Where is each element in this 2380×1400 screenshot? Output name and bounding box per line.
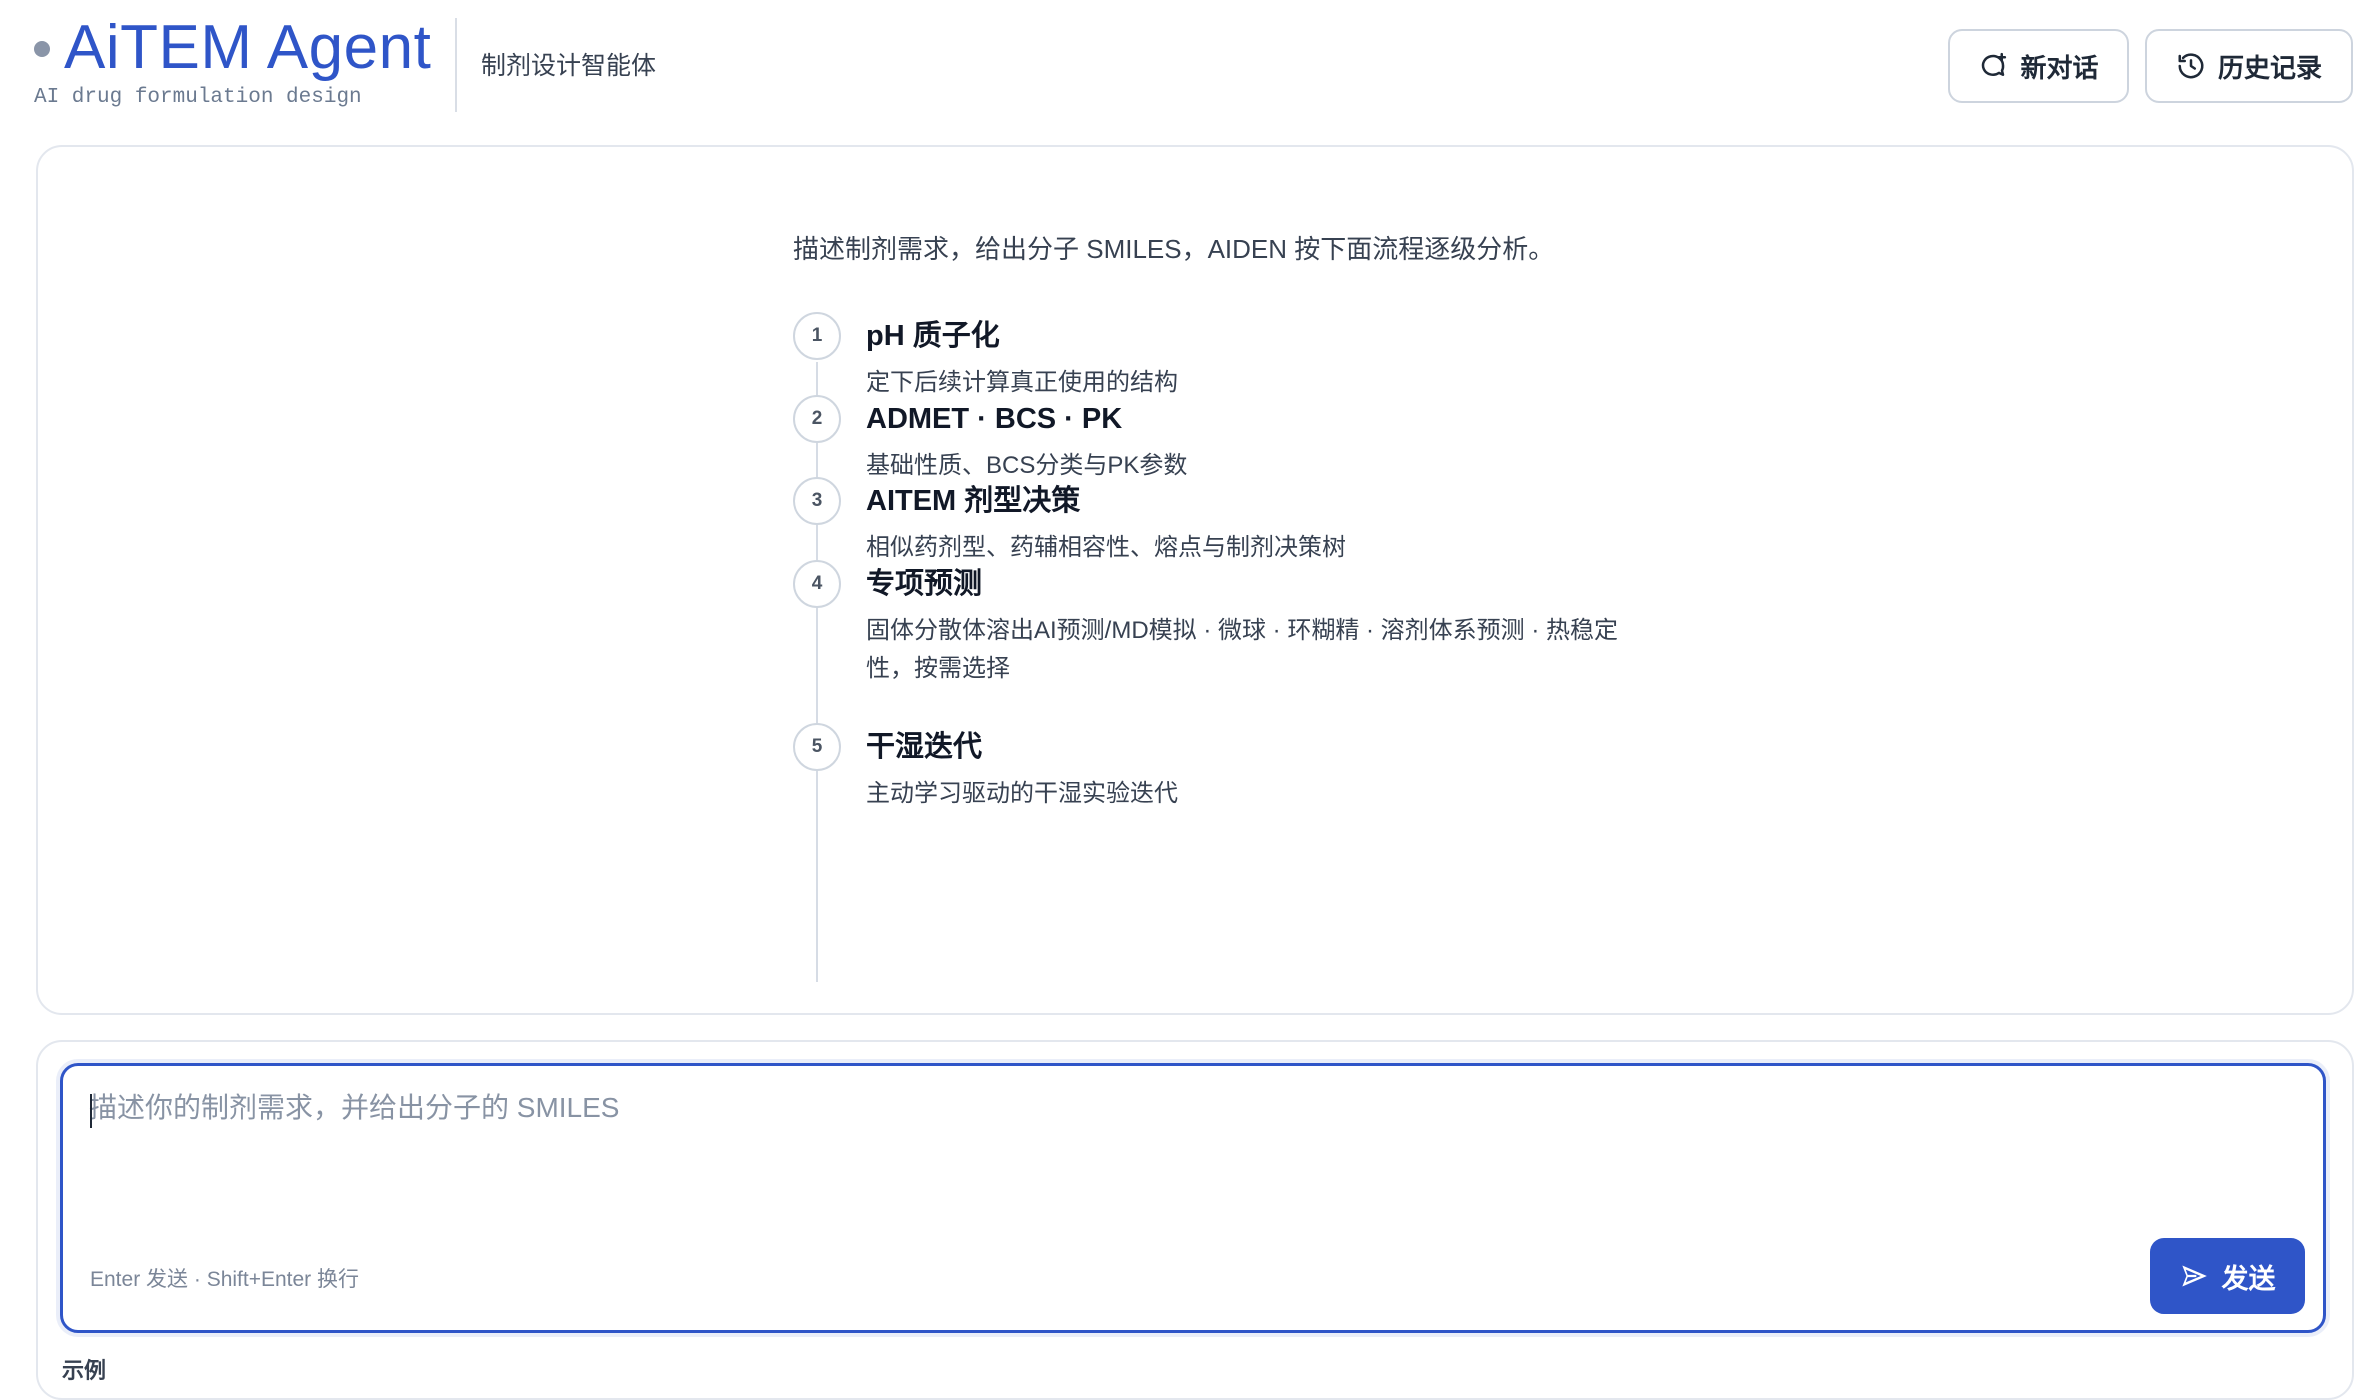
step-description: 主动学习驱动的干湿实验迭代 [866, 780, 1178, 807]
send-arrow-icon [2181, 1265, 2207, 1287]
steps-connector-line [816, 362, 818, 982]
brand-tagline: 制剂设计智能体 [481, 52, 657, 80]
composer-box[interactable]: Enter 发送 · Shift+Enter 换行 发送 [60, 1063, 2326, 1333]
keyboard-hint: Enter 发送 · Shift+Enter 换行 [90, 1268, 360, 1291]
step-description: 基础性质、BCS分类与PK参数 [866, 452, 1188, 479]
intro-card: 描述制剂需求，给出分子 SMILES，AIDEN 按下面流程逐级分析。 1 pH… [36, 145, 2354, 1015]
send-label: 发送 [2221, 1263, 2276, 1294]
app-header: AiTEM Agent AI drug formulation design 制… [0, 0, 2380, 140]
step-number-badge: 3 [793, 477, 841, 525]
step-description: 固体分散体溶出AI预测/MD模拟 · 微球 · 环糊精 · 溶剂体系预测 · 热… [866, 617, 1618, 682]
step-description: 定下后续计算真正使用的结构 [866, 369, 1178, 396]
history-button[interactable]: 历史记录 [2145, 29, 2353, 103]
examples-label: 示例 [62, 1358, 107, 1383]
history-clock-icon [2178, 53, 2204, 79]
brand-title: AiTEM Agent [64, 13, 432, 82]
step-number-badge: 5 [793, 723, 841, 771]
step-number-badge: 4 [793, 560, 841, 608]
step-title: ADMET · BCS · PK [866, 403, 1123, 435]
send-button[interactable]: 发送 [2150, 1238, 2305, 1314]
message-input[interactable] [89, 1088, 2289, 1238]
step-title: 干湿迭代 [866, 731, 983, 763]
new-chat-label: 新对话 [2020, 52, 2099, 83]
new-chat-button[interactable]: 新对话 [1948, 29, 2129, 103]
step-number-badge: 2 [793, 395, 841, 443]
step-number-badge: 1 [793, 312, 841, 360]
history-label: 历史记录 [2217, 52, 2322, 83]
brand-dot-icon [34, 41, 50, 57]
intro-text: 描述制剂需求，给出分子 SMILES，AIDEN 按下面流程逐级分析。 [793, 234, 1555, 264]
step-title: 专项预测 [866, 568, 983, 600]
text-cursor [90, 1094, 92, 1128]
header-divider [455, 18, 457, 112]
brand-subtitle: AI drug formulation design [34, 86, 362, 109]
step-title: pH 质子化 [866, 320, 1000, 352]
chat-plus-icon [1982, 52, 2007, 76]
step-description: 相似药剂型、药辅相容性、熔点与制剂决策树 [866, 534, 1346, 561]
step-title: AITEM 剂型决策 [866, 485, 1081, 517]
